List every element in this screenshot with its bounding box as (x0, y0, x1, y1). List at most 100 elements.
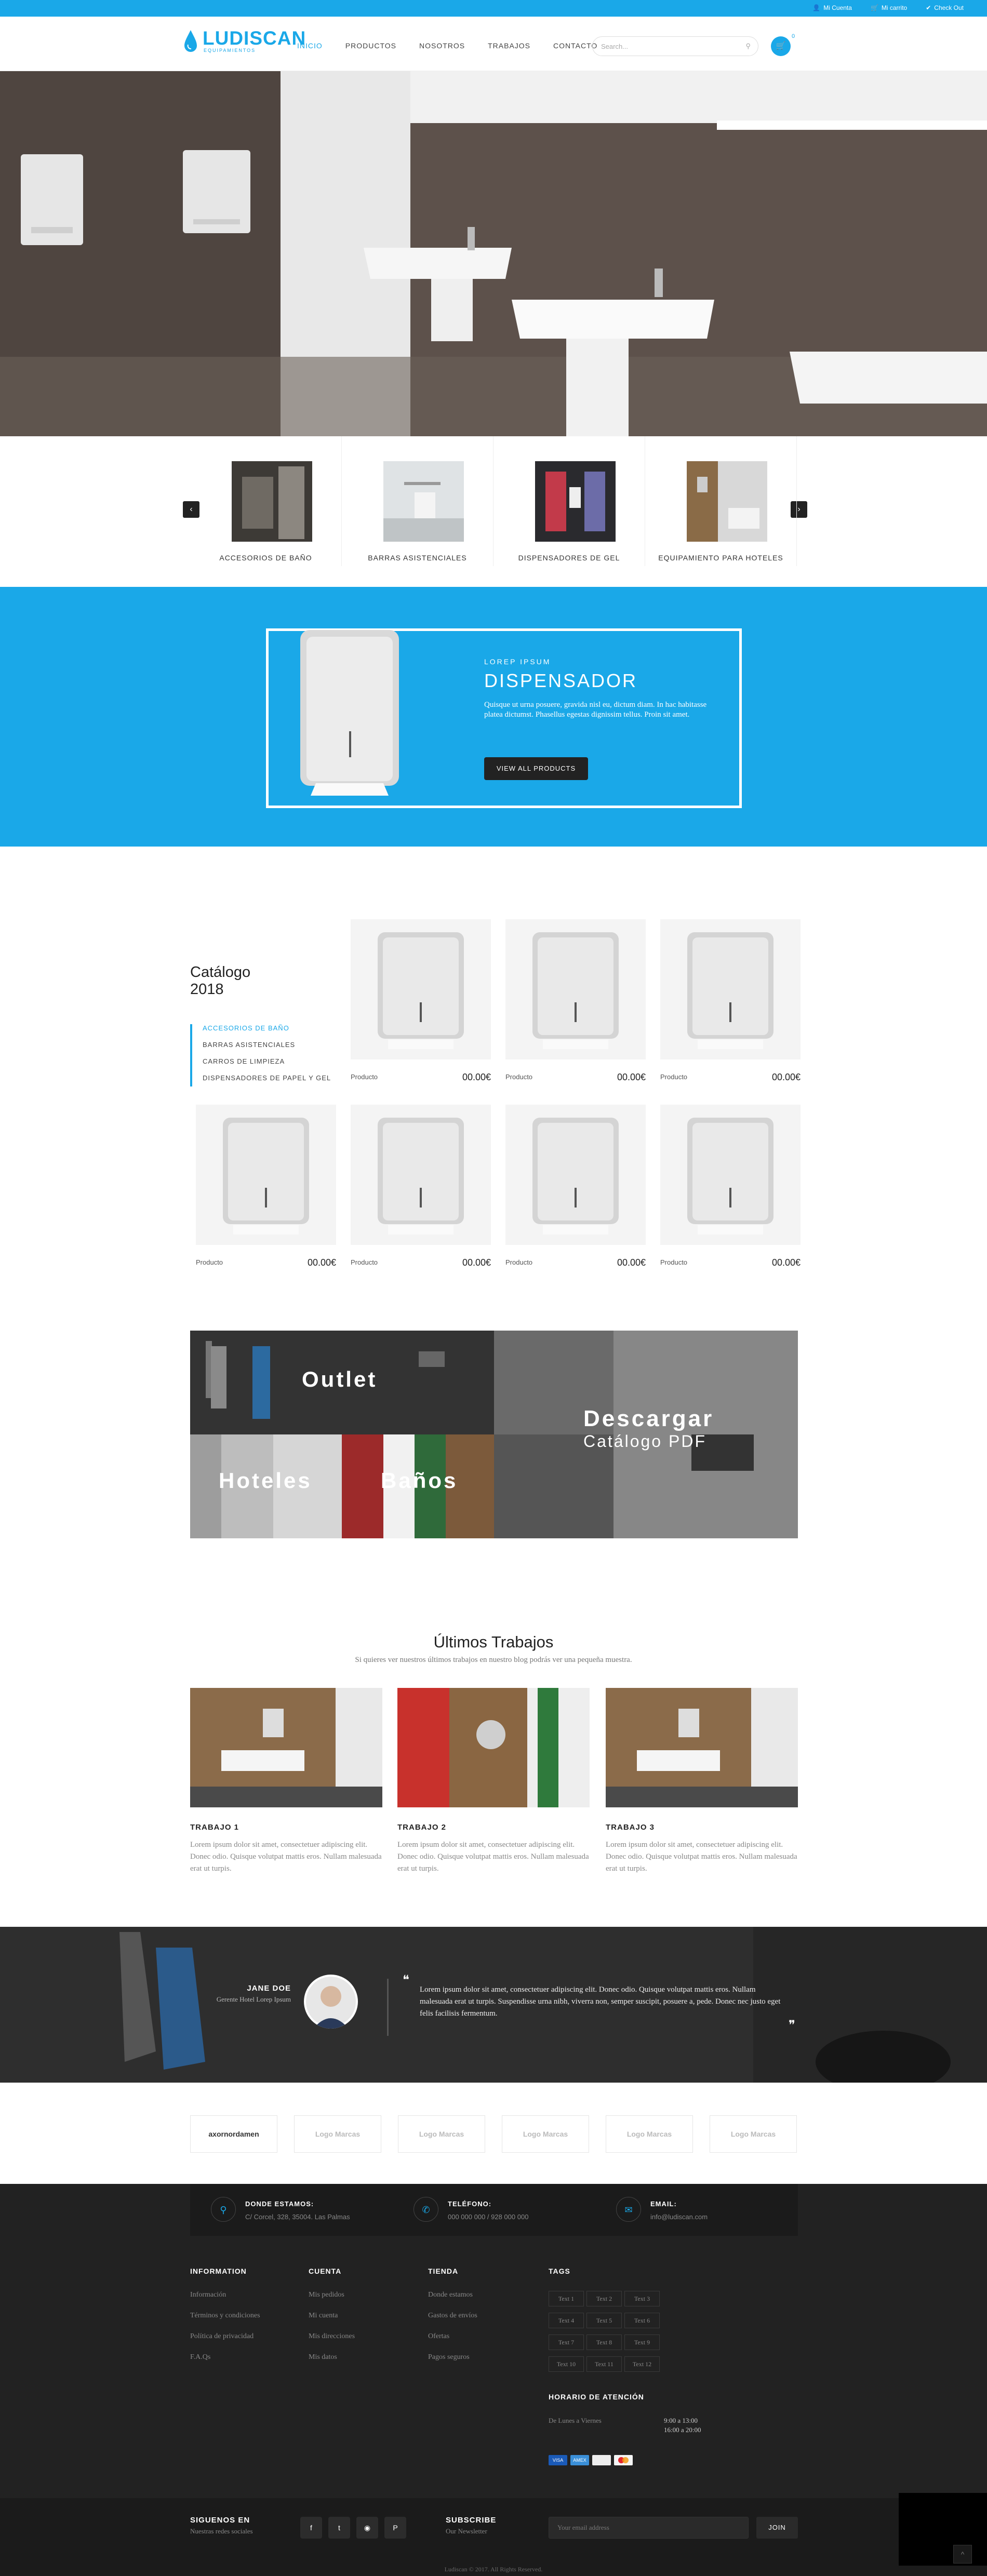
brand-logo[interactable]: Logo Marcas (294, 2115, 381, 2153)
product-card[interactable]: Producto 00.00€ (660, 1105, 801, 1268)
phone-icon: ✆ (414, 2197, 438, 2222)
my-cart-link[interactable]: 🛒 Mi carrito (871, 4, 907, 11)
work-card[interactable]: TRABAJO 3 Lorem ipsum dolor sit amet, co… (606, 1688, 798, 1875)
category-carousel: ‹ › ACCESORIOS DE BAÑO BARRAS ASISTENCIA… (0, 436, 987, 587)
catalog-category-list: ACCESORIOS DE BAÑO BARRAS ASISTENCIALES … (190, 1024, 331, 1091)
footer-information-column: INFORMATION Información Términos y condi… (190, 2267, 260, 2362)
cart-icon: 🛒 (776, 42, 786, 50)
brand-logo[interactable]: Logo Marcas (606, 2115, 693, 2153)
tag[interactable]: Text 9 (624, 2334, 660, 2350)
hoteles-banner[interactable]: Hoteles (190, 1434, 342, 1538)
work-image (397, 1688, 590, 1807)
footer-link[interactable]: Mis direcciones (309, 2332, 355, 2341)
category-item[interactable]: BARRAS ASISTENCIALES (342, 436, 494, 566)
product-image (351, 919, 491, 1059)
tag[interactable]: Text 8 (586, 2334, 622, 2350)
catalog-category-item[interactable]: CARROS DE LIMPIEZA (190, 1057, 331, 1065)
product-card[interactable]: Producto 00.00€ (351, 919, 491, 1082)
check-icon: ✔ (926, 4, 931, 11)
outlet-banner[interactable]: Outlet (190, 1331, 494, 1434)
catalog-category-item[interactable]: ACCESORIOS DE BAÑO (190, 1024, 331, 1032)
nav-productos[interactable]: PRODUCTOS (345, 42, 396, 50)
search-input[interactable]: Search... ⚲ (592, 36, 758, 56)
water-drop-icon (184, 30, 197, 52)
footer-link[interactable]: Pagos seguros (428, 2353, 477, 2362)
newsletter-email-input[interactable]: Your email address (549, 2517, 749, 2539)
footer-link[interactable]: Gastos de envíos (428, 2312, 477, 2320)
footer-link[interactable]: Mi cuenta (309, 2312, 355, 2320)
back-to-top-button[interactable]: ^ (953, 2545, 972, 2564)
cart-count: 0 (792, 33, 795, 39)
rss-icon[interactable]: ◉ (356, 2517, 378, 2539)
category-item[interactable]: ACCESORIOS DE BAÑO (190, 436, 342, 566)
footer-link[interactable]: Ofertas (428, 2332, 477, 2341)
checkout-link[interactable]: ✔ Check Out (926, 4, 964, 11)
download-catalog-banner[interactable]: Descargar Catálogo PDF (494, 1331, 798, 1538)
brand-logo[interactable]: axornordamen (190, 2115, 277, 2153)
subscribe-bar: SIGUENOS EN Nuestras redes sociales f t ◉ P… (0, 2493, 987, 2566)
tag[interactable]: Text 1 (549, 2291, 584, 2306)
brand-logo[interactable]: Logo Marcas (502, 2115, 589, 2153)
footer-link[interactable]: Mis pedidos (309, 2291, 355, 2299)
nav-contacto[interactable]: CONTACTO (553, 42, 597, 50)
nav-nosotros[interactable]: NOSOTROS (419, 42, 465, 50)
footer-link[interactable]: Política de privacidad (190, 2332, 260, 2341)
footer-link[interactable]: Mis datos (309, 2353, 355, 2362)
facebook-icon[interactable]: f (300, 2517, 322, 2539)
category-item[interactable]: DISPENSADORES DE GEL (494, 436, 645, 566)
category-image (383, 461, 464, 542)
product-card[interactable]: Producto 00.00€ (660, 919, 801, 1082)
testimonial-quote: Lorem ipsum dolor sit amet, consectetuer… (420, 1985, 781, 2018)
cart-icon: 🛒 (870, 4, 878, 11)
tag[interactable]: Text 11 (586, 2356, 622, 2372)
product-image (660, 919, 801, 1059)
footer-link[interactable]: Términos y condiciones (190, 2312, 260, 2320)
dispenser-image (300, 630, 399, 796)
promo-text: Quisque ut urna posuere, gravida nisl eu… (484, 701, 707, 719)
brand-logo[interactable]: Logo Marcas (398, 2115, 485, 2153)
product-image (196, 1105, 336, 1245)
footer-link[interactable]: F.A.Qs (190, 2353, 260, 2362)
tag[interactable]: Text 3 (624, 2291, 660, 2306)
brand-logo[interactable]: Logo Marcas (710, 2115, 797, 2153)
tag[interactable]: Text 7 (549, 2334, 584, 2350)
follow-subtitle: Nuestras redes sociales (190, 2527, 253, 2535)
cart-button[interactable]: 🛒 0 (771, 33, 795, 56)
footer-link[interactable]: Donde estamos (428, 2291, 477, 2299)
category-item[interactable]: EQUIPAMIENTO PARA HOTELES (645, 436, 797, 566)
tag[interactable]: Text 10 (549, 2356, 584, 2372)
tag[interactable]: Text 5 (586, 2313, 622, 2328)
contact-location: ⚲ DONDE ESTAMOS: C/ Corcel, 328, 35004. L… (211, 2197, 350, 2222)
product-image (505, 919, 646, 1059)
tag[interactable]: Text 12 (624, 2356, 660, 2372)
visa-icon: VISA (549, 2455, 567, 2465)
nav-trabajos[interactable]: TRABAJOS (488, 42, 530, 50)
top-bar: 👤 Mi Cuenta 🛒 Mi carrito ✔ Check Out (0, 0, 987, 17)
logo-name: LUDISCAN (203, 28, 306, 49)
tag[interactable]: Text 4 (549, 2313, 584, 2328)
catalog-category-item[interactable]: DISPENSADORES DE PAPEL Y GEL (190, 1074, 331, 1082)
product-card[interactable]: Producto 00.00€ (351, 1105, 491, 1268)
hero-image (0, 71, 987, 436)
join-button[interactable]: JOIN (756, 2517, 798, 2539)
nav-inicio[interactable]: INICIO (297, 42, 323, 50)
product-card[interactable]: Producto 00.00€ (505, 919, 646, 1082)
twitter-icon[interactable]: t (328, 2517, 350, 2539)
product-card[interactable]: Producto 00.00€ (196, 1105, 336, 1268)
pinterest-icon[interactable]: P (384, 2517, 406, 2539)
search-icon[interactable]: ⚲ (745, 42, 751, 50)
logo[interactable]: LUDISCAN EQUIPAMIENTOS (183, 29, 306, 53)
email-link[interactable]: info@ludiscan.com (650, 2213, 708, 2221)
catalog-category-item[interactable]: BARRAS ASISTENCIALES (190, 1041, 331, 1049)
work-card[interactable]: TRABAJO 1 Lorem ipsum dolor sit amet, co… (190, 1688, 382, 1875)
banos-banner[interactable]: Baños (342, 1434, 494, 1538)
tag[interactable]: Text 6 (624, 2313, 660, 2328)
tag[interactable]: Text 2 (586, 2291, 622, 2306)
footer-link[interactable]: Información (190, 2291, 260, 2299)
work-card[interactable]: TRABAJO 2 Lorem ipsum dolor sit amet, co… (397, 1688, 590, 1875)
footer-tags-column: TAGS Text 1 Text 2 Text 3 Text 4 Text 5 Text… (549, 2267, 684, 2378)
product-card[interactable]: Producto 00.00€ (505, 1105, 646, 1268)
view-all-products-button[interactable]: VIEW ALL PRODUCTS (484, 757, 588, 780)
my-account-link[interactable]: 👤 Mi Cuenta (812, 4, 852, 11)
chevron-up-icon: ^ (961, 2550, 965, 2558)
